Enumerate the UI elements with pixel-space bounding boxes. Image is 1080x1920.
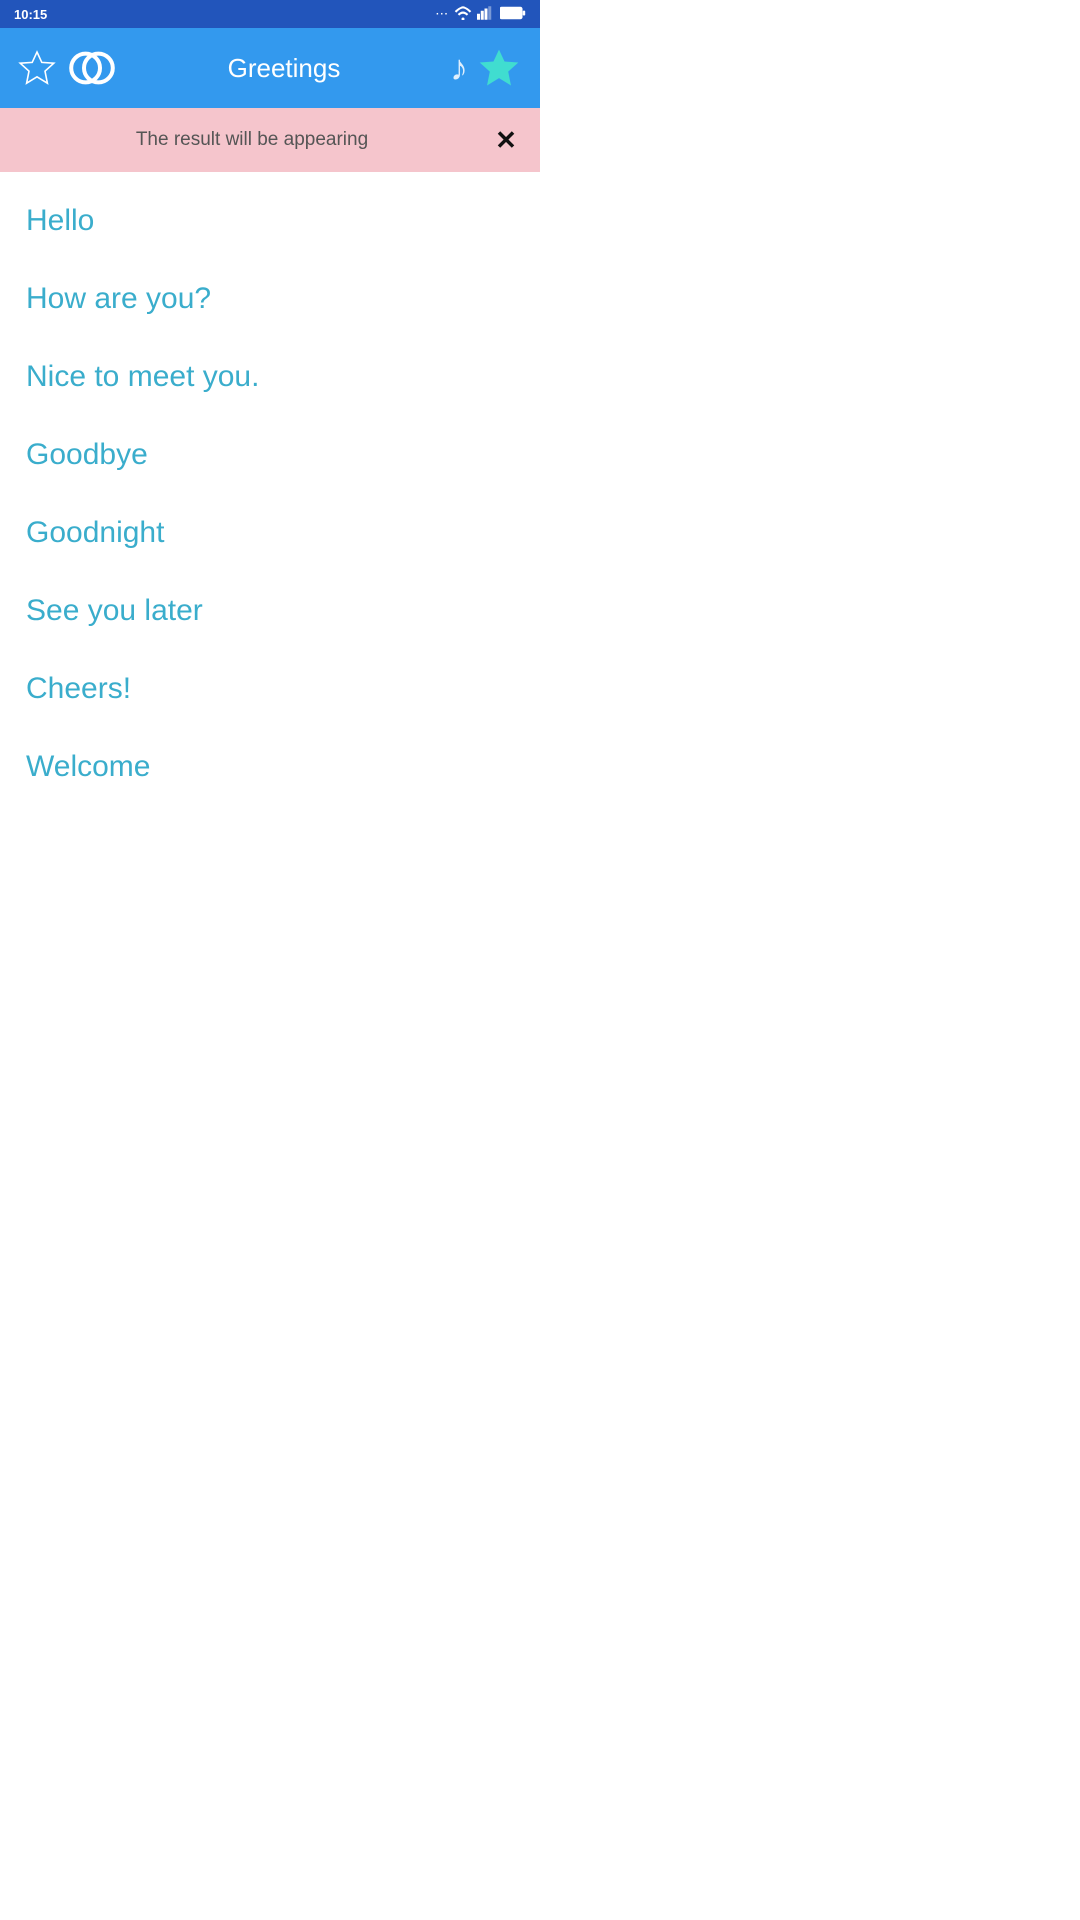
close-icon: ✕ [495,127,517,153]
banner: The result will be appearing ✕ [0,108,540,172]
status-icons: ··· [436,6,526,23]
banner-text: The result will be appearing [16,129,488,151]
greeting-list: Hello How are you? Nice to meet you. Goo… [0,172,540,816]
list-item[interactable]: Nice to meet you. [0,338,540,416]
greeting-text: See you later [26,594,203,627]
music-note-icon: ♪ [450,47,468,89]
app-bar: Greetings ♪ [0,28,540,108]
star-filled-icon [474,43,524,93]
greeting-text: Welcome [26,750,150,783]
list-item[interactable]: Hello [0,182,540,260]
greeting-text: Nice to meet you. [26,360,259,393]
greeting-text: Goodbye [26,438,148,471]
status-dots: ··· [436,9,449,20]
app-bar-left [16,42,118,94]
banner-close-button[interactable]: ✕ [488,122,524,158]
greeting-text: Goodnight [26,516,164,549]
logo-icon [66,42,118,94]
star-outline-icon [16,47,58,89]
wifi-icon [454,6,472,23]
status-bar: 10:15 ··· [0,0,540,28]
list-item[interactable]: How are you? [0,260,540,338]
greeting-text: Hello [26,204,94,237]
list-item[interactable]: Goodbye [0,416,540,494]
list-item[interactable]: Cheers! [0,650,540,728]
list-item[interactable]: See you later [0,572,540,650]
list-item[interactable]: Goodnight [0,494,540,572]
battery-icon [500,6,526,23]
greeting-text: Cheers! [26,672,131,705]
app-bar-right: ♪ [450,43,524,93]
signal-icon [477,6,495,23]
app-title: Greetings [118,53,450,84]
greeting-text: How are you? [26,282,211,315]
list-item[interactable]: Welcome [0,728,540,806]
status-time: 10:15 [14,7,47,22]
